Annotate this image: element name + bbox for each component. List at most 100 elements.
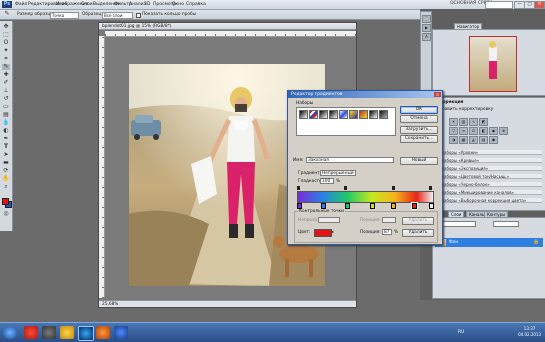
explorer-icon[interactable] [60,326,74,339]
crop-tool-icon[interactable]: ⌗ [2,56,10,62]
zoom-tool-icon[interactable]: ⌕ [2,184,10,190]
actions-panel-icon[interactable]: ▶ [422,24,431,32]
stop-color-swatch[interactable] [314,229,332,237]
history-brush-tool-icon[interactable]: ↺ [2,96,10,102]
character-panel-icon[interactable]: A [422,33,431,41]
gradient-preview-bar[interactable] [297,191,434,203]
menu-3d[interactable]: 3D [144,2,150,7]
cancel-button[interactable]: Отмена [400,115,438,123]
media-player-icon[interactable] [42,326,56,339]
sample-layers-select[interactable]: Все слои [102,12,133,19]
opera-icon[interactable] [24,326,38,339]
shape-tool-icon[interactable]: ▬ [2,160,10,166]
color-stop-handle[interactable] [391,203,396,209]
eyedropper-icon[interactable]: ✎ [3,11,11,17]
preset-swatch[interactable] [339,110,348,119]
preset-swatch[interactable] [299,110,308,119]
delete-color-stop-button[interactable]: Удалить [402,229,434,237]
list-item[interactable]: Наборы «Экспозиция» [437,166,542,171]
new-button[interactable]: Новый [400,157,438,165]
exposure-icon[interactable]: ◩ [479,118,488,126]
pen-tool-icon[interactable]: ✒ [2,136,10,142]
marquee-tool-icon[interactable]: ⬚ [2,32,10,38]
ok-button[interactable]: ОК [400,106,438,114]
save-button[interactable]: Сохранить... [400,135,438,143]
path-select-tool-icon[interactable]: ➤ [2,152,10,158]
eyedropper-tool-icon[interactable]: ✎ [2,64,10,70]
brightness-icon[interactable]: ☀ [449,118,458,126]
brush-tool-icon[interactable]: ✐ [2,80,10,86]
gradient-type-select[interactable]: Непрерывный [320,170,356,176]
menu-window[interactable]: Окно [172,2,184,7]
hand-tool-icon[interactable]: ✋ [2,176,10,182]
gradient-name-field[interactable]: Заказная [306,157,394,163]
photoshop-taskbar-icon[interactable] [78,326,94,341]
list-item[interactable]: Наборы «Цветовой тон/Насыщ.» [437,174,542,179]
list-item[interactable]: Наборы «Микширование каналов» [437,190,542,195]
layer-opacity-field[interactable] [493,221,519,227]
opacity-stop-handle[interactable] [344,186,347,190]
smoothness-field[interactable]: 100 [320,178,334,184]
dodge-tool-icon[interactable]: ◐ [2,128,10,134]
color-stop-handle[interactable] [345,203,350,209]
opacity-stop-handle[interactable] [429,186,432,190]
color-stop-handle-selected[interactable] [412,203,417,209]
threshold-icon[interactable]: ◭ [469,136,478,144]
delete-opacity-stop-button[interactable]: Удалить [402,217,434,225]
horizontal-ruler[interactable] [105,31,356,37]
hue-sat-icon[interactable]: ≡ [459,127,468,135]
opacity-stop-handle[interactable] [297,186,300,190]
dialog-close-icon[interactable]: ✕ [434,92,441,97]
history-panel-icon[interactable]: ⌛ [422,15,431,23]
color-balance-icon[interactable]: ⚖ [469,127,478,135]
stamp-tool-icon[interactable]: ⊥ [2,88,10,94]
list-item[interactable]: Наборы «Кривые» [437,158,542,163]
quick-select-tool-icon[interactable]: ✦ [2,48,10,54]
posterize-icon[interactable]: ▦ [459,136,468,144]
layer-row-background[interactable]: Фон 🔒 [435,238,543,247]
blur-tool-icon[interactable]: 💧 [2,120,10,126]
opacity-stop-handle[interactable] [392,186,395,190]
curves-icon[interactable]: ∿ [469,118,478,126]
foreground-color-swatch[interactable] [2,198,9,205]
preset-swatch[interactable] [329,110,338,119]
system-clock[interactable]: 13:37 04.02.2013 [518,326,541,338]
selective-color-icon[interactable]: ◆ [489,136,498,144]
close-button[interactable]: ✕ [534,1,545,9]
quick-mask-icon[interactable]: ◎ [2,211,10,217]
app-taskbar-icon[interactable] [96,326,110,339]
document-tab[interactable]: bplendot01.jpg @ 15% (RGB/8*) [99,23,356,30]
gradient-tool-icon[interactable]: ▤ [2,112,10,118]
type-tool-icon[interactable]: T [2,144,10,150]
healing-tool-icon[interactable]: ✚ [2,72,10,78]
vertical-ruler[interactable] [99,36,105,298]
3d-rotate-tool-icon[interactable]: ⟳ [2,168,10,174]
preset-swatch[interactable] [349,110,358,119]
load-button[interactable]: Загрузить... [400,126,438,134]
color-stop-handle[interactable] [429,203,434,209]
preset-swatch[interactable] [369,110,378,119]
show-ring-checkbox[interactable] [136,13,141,18]
color-dropdown-icon[interactable]: ▸ [332,229,336,235]
preset-swatch[interactable] [359,110,368,119]
vibrance-icon[interactable]: ▽ [449,127,458,135]
navigator-preview[interactable] [469,36,517,92]
search-input[interactable] [485,1,513,9]
black-white-icon[interactable]: ◧ [479,127,488,135]
language-indicator[interactable]: RU [458,330,464,335]
lasso-tool-icon[interactable]: ʘ [2,40,10,46]
list-item[interactable]: Наборы «Выборочная коррекция цвета» [437,198,542,203]
list-item[interactable]: Наборы «Черно-белое» [437,182,542,187]
channel-mixer-icon[interactable]: ⊕ [499,127,508,135]
eraser-tool-icon[interactable]: ▭ [2,104,10,110]
color-stop-handle[interactable] [370,203,375,209]
menu-file[interactable]: Файл [15,2,27,7]
sample-size-select[interactable]: Точка [50,12,79,19]
list-item[interactable]: Наборы «Уровни» [437,150,542,155]
levels-icon[interactable]: ▥ [459,118,468,126]
invert-icon[interactable]: ◑ [449,136,458,144]
app2-taskbar-icon[interactable] [114,326,128,339]
color-location-field[interactable]: 87 [382,229,392,235]
gradient-map-icon[interactable]: ▤ [479,136,488,144]
move-tool-icon[interactable]: ✥ [2,24,10,30]
